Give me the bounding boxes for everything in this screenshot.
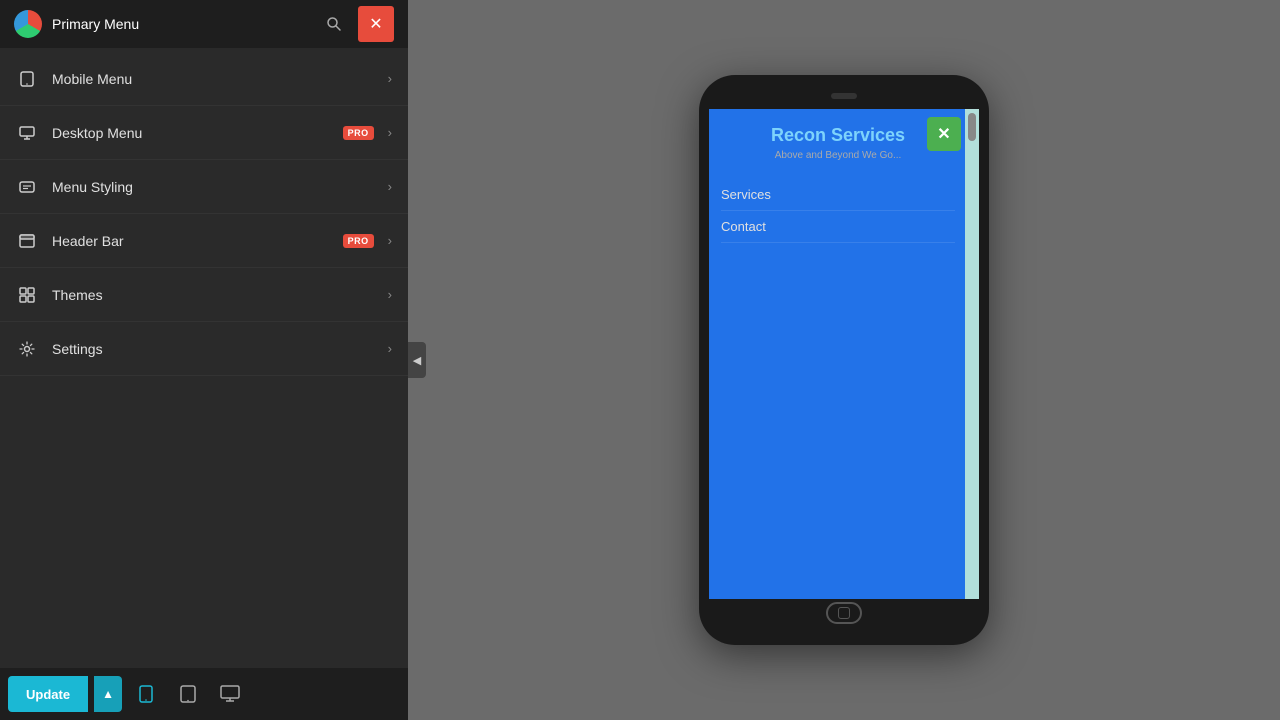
phone-scrollbar <box>965 109 979 599</box>
search-button[interactable] <box>320 10 348 38</box>
themes-icon <box>16 284 38 306</box>
sidebar-footer: Update ▲ <box>0 668 408 720</box>
header-bar-pro-badge: PRO <box>343 234 374 248</box>
phone-nav-contact: Contact <box>721 211 955 243</box>
phone-close-button[interactable]: ✕ <box>927 117 961 151</box>
header-close-button[interactable]: ✕ <box>358 6 394 42</box>
phone-nav-services: Services <box>721 179 955 211</box>
phone-home-button <box>826 602 862 624</box>
header-title: Primary Menu <box>52 16 310 32</box>
phone-icon <box>136 684 156 704</box>
tablet-device-button[interactable] <box>170 676 206 712</box>
themes-label: Themes <box>52 287 374 303</box>
desktop-menu-pro-badge: PRO <box>343 126 374 140</box>
sidebar-toggle-button[interactable]: ◀ <box>408 342 426 378</box>
sidebar-header: Primary Menu ✕ <box>0 0 408 48</box>
header-bar-label: Header Bar <box>52 233 329 249</box>
sidebar-item-mobile-menu[interactable]: Mobile Menu › <box>0 52 408 106</box>
header-bar-icon <box>16 230 38 252</box>
sidebar-item-header-bar[interactable]: Header Bar PRO › <box>0 214 408 268</box>
desktop-menu-icon <box>16 122 38 144</box>
menu-styling-chevron: › <box>388 179 392 194</box>
mobile-menu-label: Mobile Menu <box>52 71 374 87</box>
themes-chevron: › <box>388 287 392 302</box>
phone-site-subtitle: Above and Beyond We Go... <box>721 150 955 161</box>
sidebar: Primary Menu ✕ Mobile Menu › <box>0 0 408 720</box>
settings-label: Settings <box>52 341 374 357</box>
phone-site-title: Recon Services <box>721 125 955 146</box>
phone-scrollbar-thumb <box>968 113 976 141</box>
mobile-menu-icon <box>16 68 38 90</box>
desktop-device-button[interactable] <box>212 676 248 712</box>
monitor-icon <box>219 684 241 704</box>
logo-icon <box>14 10 42 38</box>
phone-home-bar <box>709 599 979 627</box>
nav-items: Mobile Menu › Desktop Menu PRO › <box>0 48 408 668</box>
update-button[interactable]: Update <box>8 676 88 712</box>
menu-styling-label: Menu Styling <box>52 179 374 195</box>
mobile-device-button[interactable] <box>128 676 164 712</box>
search-icon <box>326 16 342 32</box>
toggle-icon: ◀ <box>413 354 421 367</box>
desktop-menu-chevron: › <box>388 125 392 140</box>
main-preview-area: ✕ Recon Services Above and Beyond We Go.… <box>408 0 1280 720</box>
sidebar-item-desktop-menu[interactable]: Desktop Menu PRO › <box>0 106 408 160</box>
tablet-icon <box>178 684 198 704</box>
desktop-menu-label: Desktop Menu <box>52 125 329 141</box>
phone-home-icon <box>838 607 850 619</box>
update-arrow-button[interactable]: ▲ <box>94 676 122 712</box>
phone-screen: ✕ Recon Services Above and Beyond We Go.… <box>709 109 979 599</box>
settings-icon <box>16 338 38 360</box>
update-arrow-icon: ▲ <box>102 687 114 701</box>
sidebar-item-settings[interactable]: Settings › <box>0 322 408 376</box>
header-bar-chevron: › <box>388 233 392 248</box>
phone-mockup: ✕ Recon Services Above and Beyond We Go.… <box>699 75 989 645</box>
sidebar-item-menu-styling[interactable]: Menu Styling › <box>0 160 408 214</box>
menu-styling-icon <box>16 176 38 198</box>
phone-content: Recon Services Above and Beyond We Go...… <box>709 109 979 599</box>
sidebar-item-themes[interactable]: Themes › <box>0 268 408 322</box>
phone-speaker <box>831 93 857 99</box>
close-icon: ✕ <box>369 14 382 34</box>
settings-chevron: › <box>388 341 392 356</box>
mobile-menu-chevron: › <box>388 71 392 86</box>
